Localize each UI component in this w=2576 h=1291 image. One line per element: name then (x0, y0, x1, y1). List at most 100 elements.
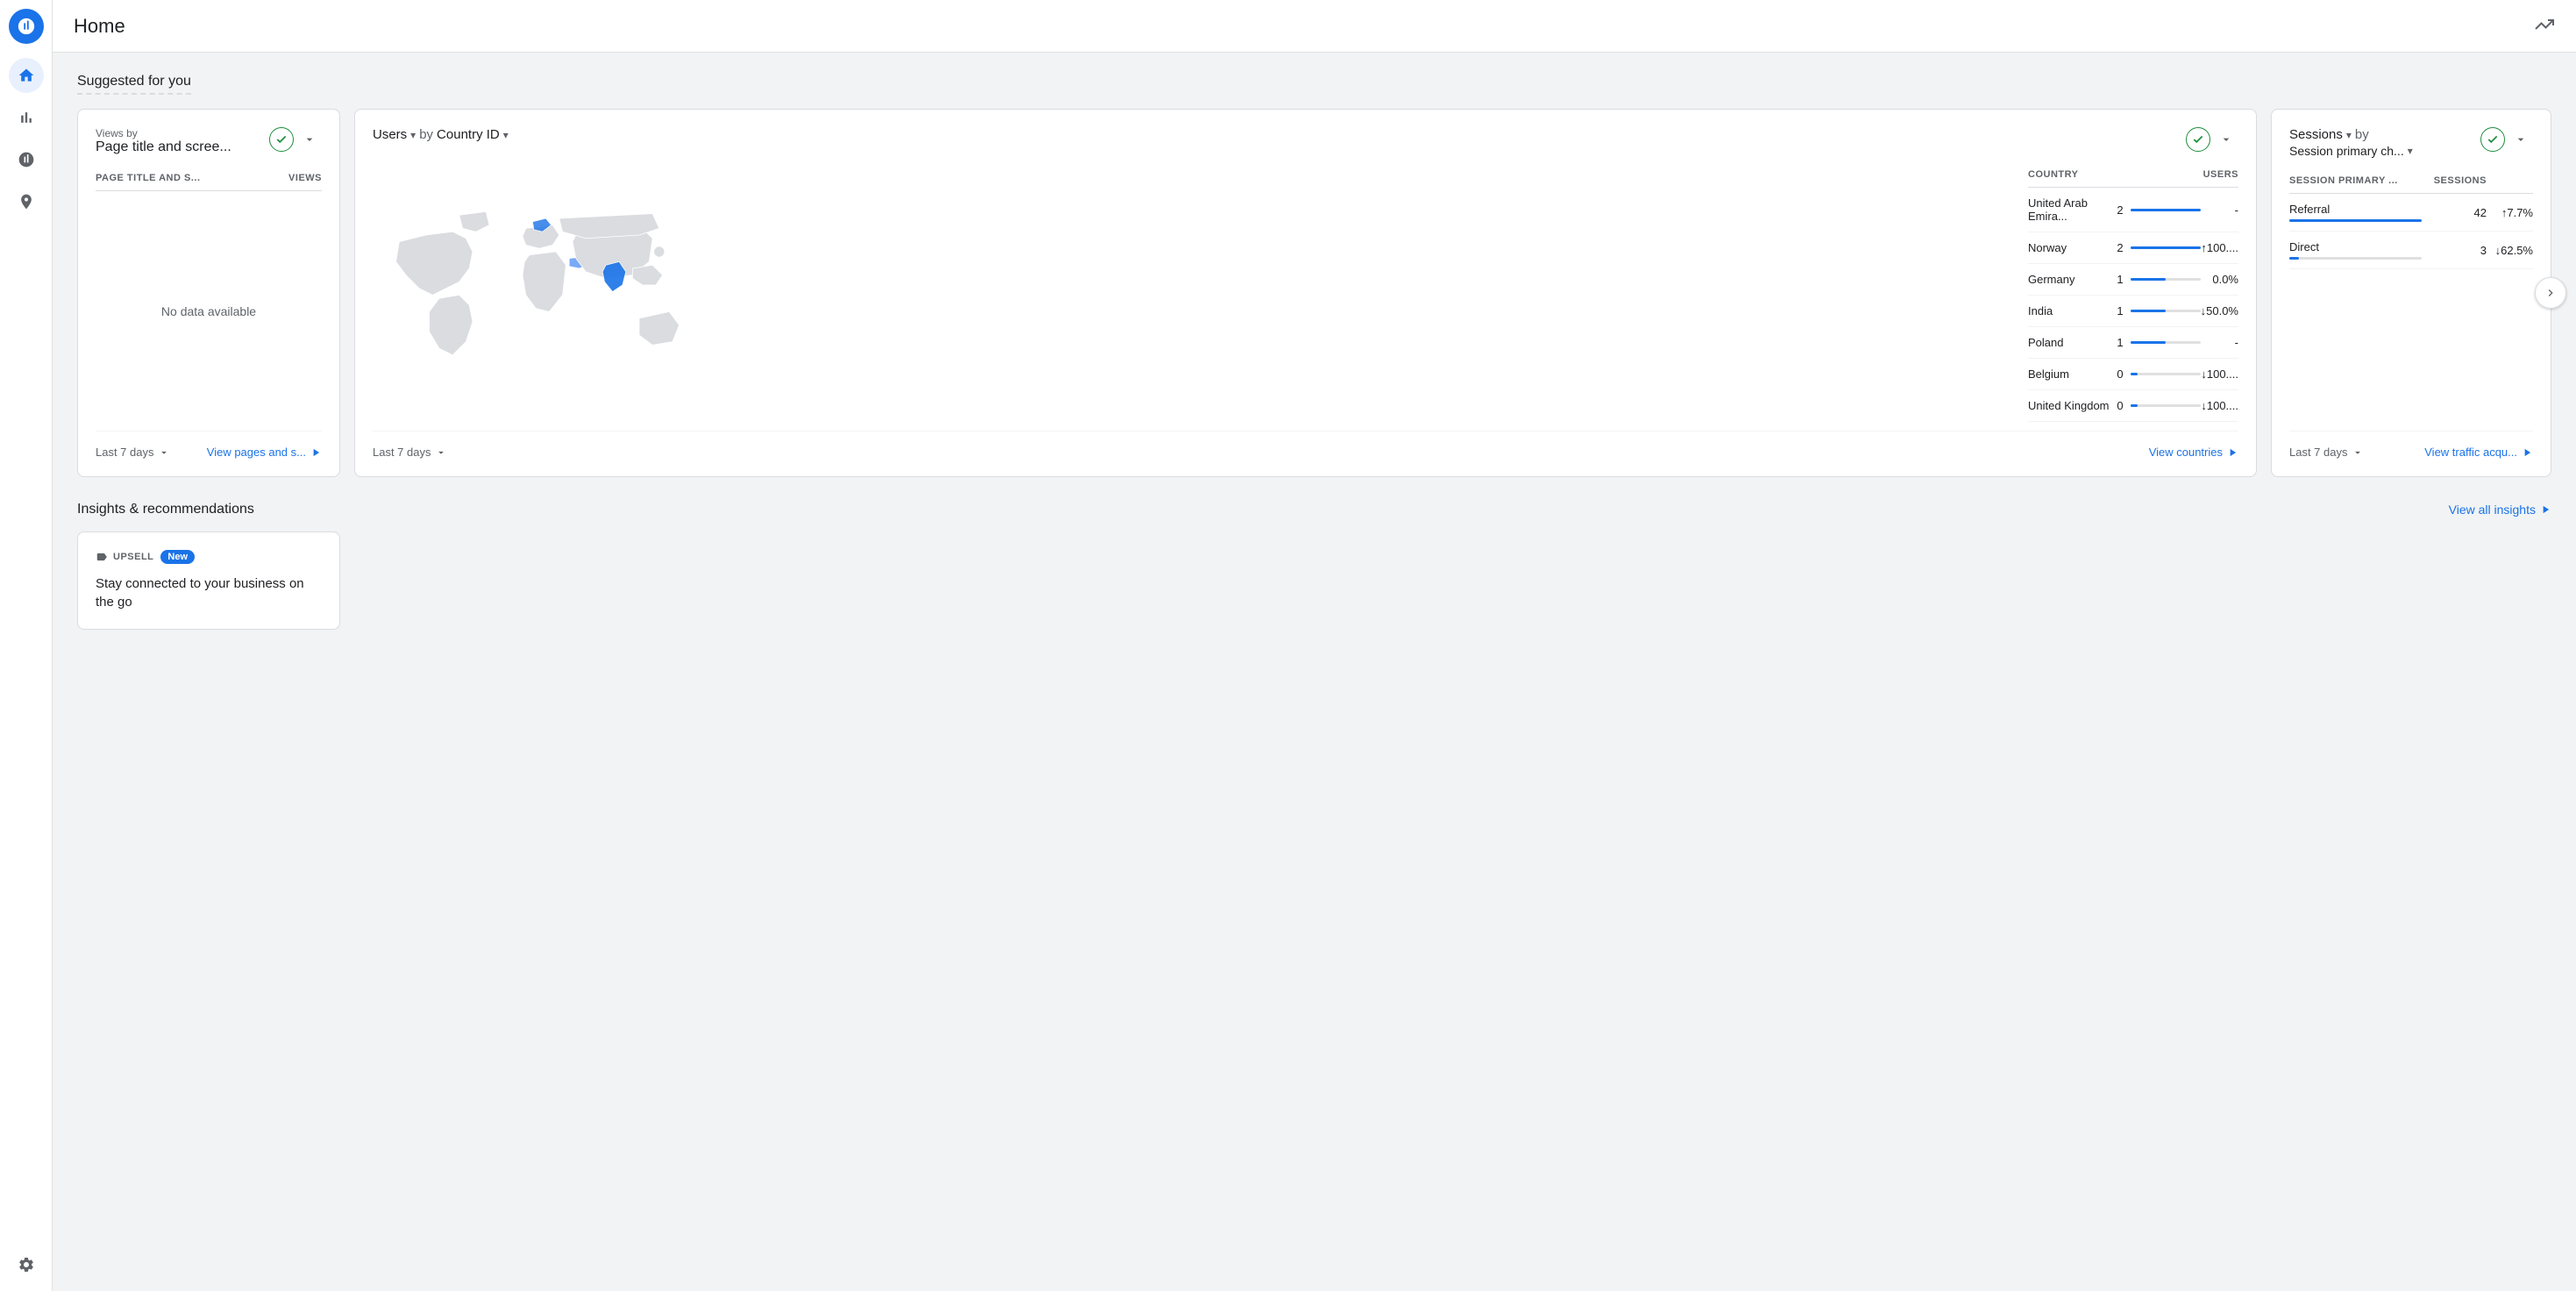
insight-card: UPSELL New Stay connected to your busine… (77, 531, 340, 630)
card2-period[interactable]: Last 7 days (373, 446, 447, 459)
table-row: Poland 1 - (2028, 327, 2238, 359)
card2-dropdown-button[interactable] (2214, 127, 2238, 152)
card1-view-link[interactable]: View pages and s... (207, 446, 322, 459)
cards-row: Views by Page title and scree... (77, 109, 2551, 477)
card2-dimension-arrow[interactable]: ▾ (503, 129, 509, 141)
card3-footer: Last 7 days View traffic acqu... (2289, 431, 2533, 459)
country-name: United Arab Emira... (2028, 188, 2117, 232)
card2-users-label: Users (373, 127, 407, 142)
card3-controls (2480, 127, 2533, 152)
country-users: 2 (2117, 232, 2200, 264)
main-content: Home Suggested for you Views by Page tit… (53, 0, 2576, 1291)
next-card-button[interactable] (2535, 277, 2566, 309)
card2-check-button[interactable] (2186, 127, 2210, 152)
country-users: 1 (2117, 264, 2200, 296)
channel-change: ↓62.5% (2487, 232, 2533, 269)
channel-value: 42 (2422, 194, 2487, 232)
view-all-insights-link[interactable]: View all insights (2449, 503, 2551, 517)
home-icon[interactable] (9, 58, 44, 93)
insight-text: Stay connected to your business on the g… (96, 574, 322, 611)
card3-by: by (2355, 127, 2369, 142)
country-users: 2 (2117, 188, 2200, 232)
card3-check-button[interactable] (2480, 127, 2505, 152)
card1-table: PAGE TITLE AND S... VIEWS (96, 169, 322, 191)
card2-country-table: COUNTRY USERS United Arab Emira... 2 - N… (2028, 166, 2238, 422)
card2-footer: Last 7 days View countries (373, 431, 2238, 459)
insights-header: Insights & recommendations View all insi… (77, 502, 2551, 517)
table-row: Belgium 0 ↓100.... (2028, 359, 2238, 390)
sidebar (0, 0, 53, 1291)
world-map (373, 159, 2014, 431)
country-name: Germany (2028, 264, 2117, 296)
channel-name: Direct (2289, 232, 2422, 269)
country-name: United Kingdom (2028, 390, 2117, 422)
card2-users-arrow[interactable]: ▾ (410, 129, 416, 141)
card3-period[interactable]: Last 7 days (2289, 446, 2364, 459)
country-change: ↓100.... (2201, 390, 2238, 422)
card1-dropdown-button[interactable] (297, 127, 322, 152)
content-area: Suggested for you Views by Page title an… (53, 53, 2576, 1291)
header: Home (53, 0, 2576, 53)
table-row: Direct 3 ↓62.5% (2289, 232, 2533, 269)
table-row: Germany 1 0.0% (2028, 264, 2238, 296)
card2-header: Users ▾ by Country ID ▾ (373, 127, 2238, 152)
country-name: Belgium (2028, 359, 2117, 390)
card3-col2-header: SESSIONS (2422, 172, 2487, 194)
table-row: United Arab Emira... 2 - (2028, 188, 2238, 232)
no-data-text: No data available (96, 191, 322, 431)
country-name: India (2028, 296, 2117, 327)
channel-change: ↑7.7% (2487, 194, 2533, 232)
card3-title-block: Sessions ▾ by Session primary ch... ▾ (2289, 127, 2413, 158)
google-analytics-logo[interactable] (9, 9, 44, 44)
card3-dimension-arrow[interactable]: ▾ (2408, 145, 2413, 157)
country-name: Poland (2028, 327, 2117, 359)
card3-dimension: Session primary ch... (2289, 144, 2404, 158)
card3-header: Sessions ▾ by Session primary ch... ▾ (2289, 127, 2533, 158)
card2-controls (2186, 127, 2238, 152)
card3-col1-header: SESSION PRIMARY ... (2289, 172, 2422, 194)
card1-title-block: Views by Page title and scree... (96, 127, 231, 155)
card1-check-button[interactable] (269, 127, 294, 152)
table-row: India 1 ↓50.0% (2028, 296, 2238, 327)
analytics-trend-icon[interactable] (2534, 14, 2555, 38)
advertising-icon[interactable] (9, 184, 44, 219)
card3-table: SESSION PRIMARY ... SESSIONS Referral 42… (2289, 172, 2533, 269)
explore-icon[interactable] (9, 142, 44, 177)
country-users: 1 (2117, 327, 2200, 359)
card2-col1-header: COUNTRY (2028, 166, 2117, 188)
channel-name: Referral (2289, 194, 2422, 232)
country-name: Norway (2028, 232, 2117, 264)
new-badge: New (160, 550, 195, 564)
country-change: - (2201, 188, 2238, 232)
page-title: Home (74, 15, 125, 38)
insight-tag: UPSELL (96, 551, 153, 563)
card1-header: Views by Page title and scree... (96, 127, 322, 155)
card1-period[interactable]: Last 7 days (96, 446, 170, 459)
card3-dropdown-button[interactable] (2508, 127, 2533, 152)
country-change: ↑100.... (2201, 232, 2238, 264)
card3-change-header (2487, 172, 2533, 194)
card2-dimension: Country ID (437, 127, 500, 142)
view-countries-link[interactable]: View countries (2149, 446, 2238, 459)
settings-icon[interactable] (9, 1247, 44, 1282)
bar-chart-icon[interactable] (9, 100, 44, 135)
card2-col2-header: USERS (2117, 166, 2238, 188)
card1-label: Views by (96, 127, 231, 139)
country-change: ↓50.0% (2201, 296, 2238, 327)
country-users: 1 (2117, 296, 2200, 327)
table-row: United Kingdom 0 ↓100.... (2028, 390, 2238, 422)
col2-header: VIEWS (267, 169, 322, 191)
card2-country-table-container: COUNTRY USERS United Arab Emira... 2 - N… (2028, 159, 2238, 431)
users-by-country-card: Users ▾ by Country ID ▾ (354, 109, 2257, 477)
card1-footer: Last 7 days View pages and s... (96, 431, 322, 459)
table-row: Norway 2 ↑100.... (2028, 232, 2238, 264)
card2-by: by (419, 127, 433, 142)
card2-map-inner: COUNTRY USERS United Arab Emira... 2 - N… (373, 159, 2238, 431)
table-row: Referral 42 ↑7.7% (2289, 194, 2533, 232)
views-by-page-card: Views by Page title and scree... (77, 109, 340, 477)
country-change: 0.0% (2201, 264, 2238, 296)
card3-sessions-arrow[interactable]: ▾ (2346, 129, 2352, 141)
view-traffic-link[interactable]: View traffic acqu... (2424, 446, 2533, 459)
country-users: 0 (2117, 359, 2200, 390)
country-change: - (2201, 327, 2238, 359)
